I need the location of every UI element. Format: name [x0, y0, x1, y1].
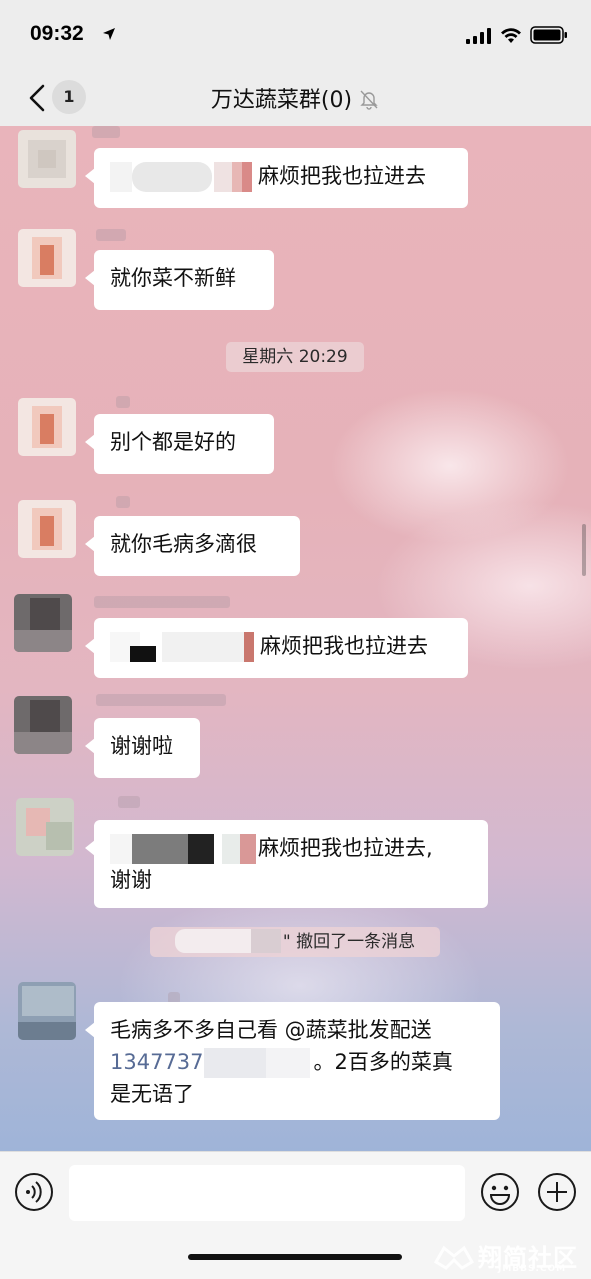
- avatar[interactable]: [18, 398, 76, 456]
- status-time: 09:32: [30, 22, 84, 45]
- voice-icon[interactable]: [14, 1172, 54, 1212]
- message-bubble[interactable]: 别个都是好的: [85, 414, 274, 474]
- avatar[interactable]: [18, 130, 76, 188]
- location-arrow-icon: [103, 28, 115, 40]
- redacted-mention: [110, 162, 258, 192]
- message-text-line1: 毛病多不多自己看 @蔬菜批发配送: [110, 1018, 432, 1042]
- message-bubble[interactable]: 就你菜不新鲜: [85, 250, 274, 310]
- recall-text: " 撤回了一条消息: [282, 932, 416, 952]
- sender-name-redacted: [94, 596, 230, 608]
- sender-name-redacted: [116, 496, 130, 508]
- sender-name-redacted: [116, 396, 130, 408]
- avatar[interactable]: [14, 696, 72, 754]
- message-bubble[interactable]: 麻烦把我也拉进去: [85, 618, 468, 678]
- message-text: 麻烦把我也拉进去: [260, 634, 428, 658]
- wifi-icon: [501, 28, 521, 43]
- avatar[interactable]: [16, 798, 74, 856]
- recall-notice: " 撤回了一条消息: [150, 927, 440, 957]
- smiley-icon[interactable]: [480, 1172, 520, 1212]
- avatar[interactable]: [18, 982, 76, 1040]
- message-text: 麻烦把我也拉进去: [258, 164, 426, 188]
- sender-name-redacted: [92, 126, 120, 138]
- redacted-mention: [110, 834, 258, 864]
- avatar[interactable]: [14, 594, 72, 652]
- avatar[interactable]: [18, 229, 76, 287]
- message-text-line2: 。2百多的菜真: [313, 1050, 453, 1074]
- sender-name-redacted: [96, 694, 226, 706]
- plus-circle-icon[interactable]: [537, 1172, 577, 1212]
- phone-link[interactable]: 1347737: [110, 1050, 204, 1074]
- home-indicator[interactable]: [188, 1254, 402, 1260]
- message-bubble[interactable]: 麻烦把我也拉进去: [85, 148, 468, 208]
- sender-name-redacted: [96, 229, 126, 241]
- chat-title[interactable]: 万达蔬菜群(0): [0, 82, 591, 114]
- message-bubble[interactable]: 毛病多不多自己看 @蔬菜批发配送 1347737 。2百多的菜真 是无语了: [85, 1002, 500, 1120]
- chat-messages[interactable]: 麻烦把我也拉进去 就你菜不新鲜 星期六 20:29 别个都是好的 就你毛病多滴很: [0, 126, 591, 1151]
- message-input[interactable]: [69, 1165, 465, 1221]
- redacted-mention: [110, 632, 260, 662]
- avatar[interactable]: [18, 500, 76, 558]
- watermark: 翔简社区 JMBBS.COM: [434, 1238, 584, 1276]
- message-bubble[interactable]: 麻烦把我也拉进去, 谢谢: [85, 820, 488, 908]
- watermark-logo-icon: [434, 1245, 474, 1270]
- redacted-phone: [203, 1048, 314, 1078]
- message-bubble[interactable]: 就你毛病多滴很: [85, 516, 300, 576]
- redacted-name: [174, 929, 283, 953]
- time-divider: 星期六 20:29: [226, 342, 364, 372]
- message-text-line2: 谢谢: [110, 868, 152, 892]
- message-text: 就你毛病多滴很: [110, 532, 257, 556]
- message-text-line3: 是无语了: [110, 1082, 194, 1106]
- message-text: 就你菜不新鲜: [110, 266, 236, 290]
- bell-off-icon: [360, 90, 378, 110]
- battery-icon: [530, 26, 567, 44]
- sender-name-redacted: [118, 796, 140, 808]
- status-bar: 09:32: [0, 0, 591, 70]
- message-text: 谢谢啦: [110, 734, 173, 758]
- message-text-line1: 麻烦把我也拉进去,: [258, 836, 433, 860]
- group-name: 万达蔬菜群(0): [210, 88, 353, 113]
- message-text: 别个都是好的: [110, 430, 236, 454]
- scrollbar[interactable]: [582, 524, 586, 576]
- message-bubble[interactable]: 谢谢啦: [85, 718, 200, 778]
- signal-icon: [466, 28, 491, 44]
- chat-header: 1 万达蔬菜群(0): [0, 70, 591, 126]
- watermark-url: JMBBS.COM: [498, 1264, 567, 1274]
